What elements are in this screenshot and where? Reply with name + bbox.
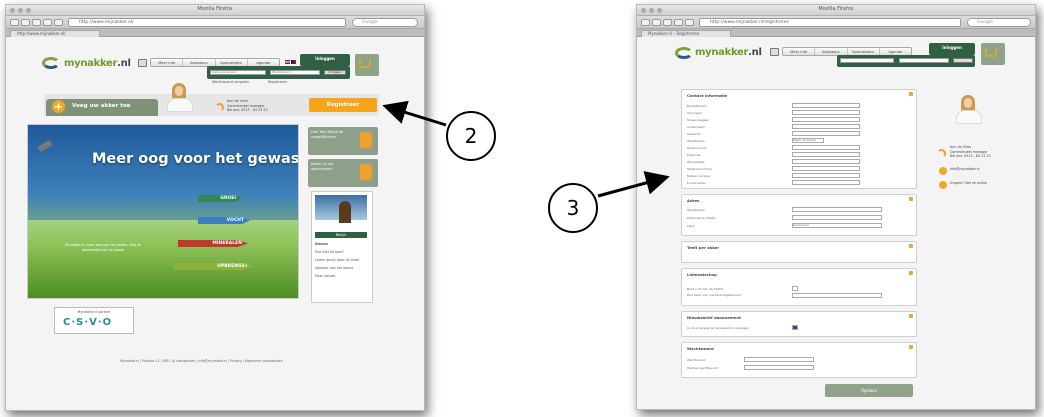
arrow-to-form — [597, 171, 670, 198]
callout-3: 3 — [548, 183, 598, 233]
arrow-to-register — [382, 100, 447, 127]
callout-2: 2 — [446, 111, 496, 161]
annotation-arrows — [382, 100, 670, 198]
